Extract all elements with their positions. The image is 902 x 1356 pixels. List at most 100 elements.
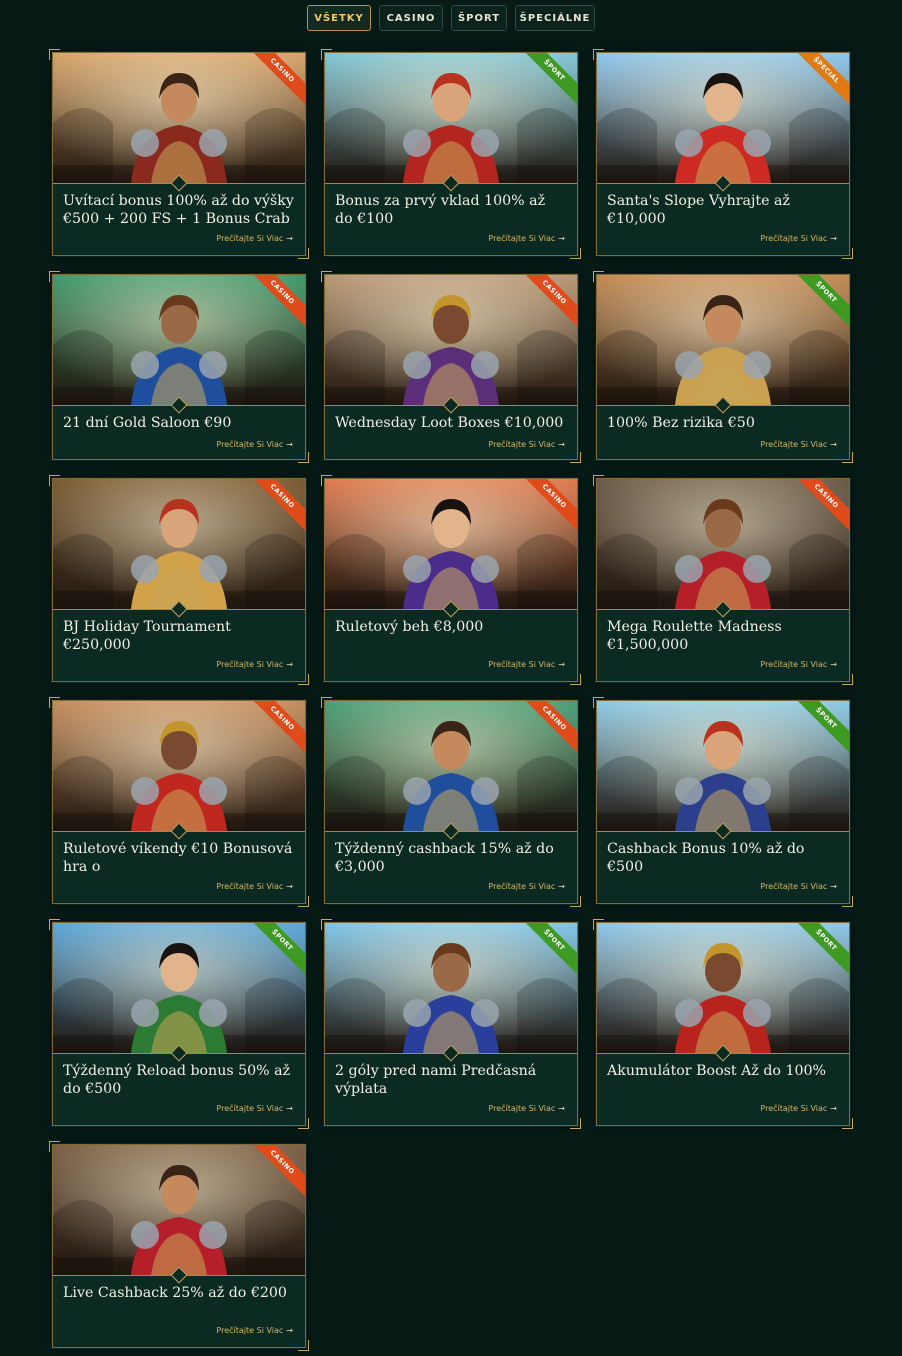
read-more-link[interactable]: Prečítajte Si Viac →: [488, 440, 565, 449]
promo-image: ŠPECIÁL: [597, 53, 849, 184]
promo-card[interactable]: CASINO BJ Holiday Tournament €250,000 Preč…: [49, 475, 309, 685]
promo-illustration: [325, 479, 577, 609]
promo-card[interactable]: ŠPORT Týždenný Reload bonus 50% až do €50…: [49, 919, 309, 1129]
promo-illustration: [53, 923, 305, 1053]
arrow-right-icon: →: [558, 234, 565, 243]
arrow-right-icon: →: [830, 234, 837, 243]
promo-image: CASINO: [53, 53, 305, 184]
read-more-label: Prečítajte Si Viac: [488, 882, 556, 891]
read-more-label: Prečítajte Si Viac: [488, 660, 556, 669]
read-more-link[interactable]: Prečítajte Si Viac →: [216, 882, 293, 891]
read-more-link[interactable]: Prečítajte Si Viac →: [216, 660, 293, 669]
arrow-right-icon: →: [286, 660, 293, 669]
read-more-label: Prečítajte Si Viac: [760, 234, 828, 243]
promo-image: CASINO: [53, 275, 305, 406]
read-more-link[interactable]: Prečítajte Si Viac →: [216, 440, 293, 449]
promo-image: ŠPORT: [597, 701, 849, 832]
arrow-right-icon: →: [286, 1326, 293, 1335]
promo-illustration: [325, 923, 577, 1053]
promo-title: 100% Bez rizika €50: [607, 415, 755, 431]
read-more-link[interactable]: Prečítajte Si Viac →: [488, 1104, 565, 1113]
tab-sport[interactable]: ŠPORT: [451, 5, 507, 31]
promo-image: ŠPORT: [597, 275, 849, 406]
arrow-right-icon: →: [558, 1104, 565, 1113]
promo-image: ŠPORT: [53, 923, 305, 1054]
promo-title: Týždenný Reload bonus 50% až do €500: [63, 1063, 291, 1097]
promo-illustration: [597, 923, 849, 1053]
promo-image: CASINO: [53, 701, 305, 832]
read-more-label: Prečítajte Si Viac: [216, 660, 284, 669]
promo-image: CASINO: [53, 479, 305, 610]
promo-image: CASINO: [325, 701, 577, 832]
read-more-label: Prečítajte Si Viac: [216, 440, 284, 449]
read-more-link[interactable]: Prečítajte Si Viac →: [760, 234, 837, 243]
promo-card[interactable]: CASINO Ruletový beh €8,000 Prečítajte Si V…: [321, 475, 581, 685]
promo-illustration: [597, 701, 849, 831]
promo-illustration: [325, 275, 577, 405]
read-more-link[interactable]: Prečítajte Si Viac →: [760, 660, 837, 669]
read-more-label: Prečítajte Si Viac: [760, 1104, 828, 1113]
promo-title: Ruletové víkendy €10 Bonusová hra o: [63, 841, 293, 875]
promo-title: Mega Roulette Madness €1,500,000: [607, 619, 782, 653]
promo-image: CASINO: [325, 479, 577, 610]
promo-image: CASINO: [597, 479, 849, 610]
arrow-right-icon: →: [286, 1104, 293, 1113]
promo-image: CASINO: [325, 275, 577, 406]
promo-image: ŠPORT: [597, 923, 849, 1054]
read-more-link[interactable]: Prečítajte Si Viac →: [488, 234, 565, 243]
promo-card[interactable]: CASINO Mega Roulette Madness €1,500,000 Pr…: [593, 475, 853, 685]
promo-image: ŠPORT: [325, 923, 577, 1054]
tab-casino[interactable]: CASINO: [379, 5, 443, 31]
promo-illustration: [53, 701, 305, 831]
arrow-right-icon: →: [830, 660, 837, 669]
promo-card[interactable]: ŠPORT 2 góly pred nami Predčasná výplata P…: [321, 919, 581, 1129]
promo-title: Uvítací bonus 100% až do výšky €500 + 20…: [63, 193, 294, 227]
category-tabs: VŠETKY CASINO ŠPORT ŠPECIÁLNE: [0, 5, 902, 31]
promo-title: Cashback Bonus 10% až do €500: [607, 841, 805, 875]
read-more-link[interactable]: Prečítajte Si Viac →: [488, 660, 565, 669]
promo-illustration: [597, 275, 849, 405]
arrow-right-icon: →: [286, 440, 293, 449]
read-more-link[interactable]: Prečítajte Si Viac →: [760, 1104, 837, 1113]
promo-title: BJ Holiday Tournament €250,000: [63, 619, 231, 653]
promo-card[interactable]: ŠPECIÁL Santa's Slope Vyhrajte až €10,000…: [593, 49, 853, 259]
read-more-link[interactable]: Prečítajte Si Viac →: [488, 882, 565, 891]
read-more-label: Prečítajte Si Viac: [216, 882, 284, 891]
promo-illustration: [53, 479, 305, 609]
read-more-link[interactable]: Prečítajte Si Viac →: [216, 234, 293, 243]
arrow-right-icon: →: [558, 882, 565, 891]
arrow-right-icon: →: [558, 660, 565, 669]
promo-card[interactable]: CASINO Wednesday Loot Boxes €10,000 Prečít…: [321, 271, 581, 463]
promo-card[interactable]: ŠPORT Cashback Bonus 10% až do €500 Prečít…: [593, 697, 853, 907]
promo-illustration: [597, 53, 849, 183]
promo-title: Týždenný cashback 15% až do €3,000: [335, 841, 554, 875]
promo-card[interactable]: CASINO 21 dní Gold Saloon €90 Prečítajte S…: [49, 271, 309, 463]
read-more-link[interactable]: Prečítajte Si Viac →: [216, 1104, 293, 1113]
read-more-link[interactable]: Prečítajte Si Viac →: [760, 882, 837, 891]
promo-card[interactable]: ŠPORT 100% Bez rizika €50 Prečítajte Si Vi…: [593, 271, 853, 463]
promo-title: Santa's Slope Vyhrajte až €10,000: [607, 193, 790, 227]
read-more-link[interactable]: Prečítajte Si Viac →: [216, 1326, 293, 1335]
read-more-label: Prečítajte Si Viac: [488, 1104, 556, 1113]
read-more-label: Prečítajte Si Viac: [216, 234, 284, 243]
promo-card[interactable]: CASINO Live Cashback 25% až do €200 Prečít…: [49, 1141, 309, 1351]
promo-illustration: [325, 53, 577, 183]
read-more-link[interactable]: Prečítajte Si Viac →: [760, 440, 837, 449]
promo-card[interactable]: ŠPORT Bonus za prvý vklad 100% až do €100…: [321, 49, 581, 259]
read-more-label: Prečítajte Si Viac: [760, 882, 828, 891]
promo-illustration: [53, 1145, 305, 1275]
promo-illustration: [53, 275, 305, 405]
arrow-right-icon: →: [830, 882, 837, 891]
read-more-label: Prečítajte Si Viac: [216, 1326, 284, 1335]
promo-title: Ruletový beh €8,000: [335, 619, 484, 635]
read-more-label: Prečítajte Si Viac: [216, 1104, 284, 1113]
promo-card[interactable]: CASINO Týždenný cashback 15% až do €3,000…: [321, 697, 581, 907]
tab-special[interactable]: ŠPECIÁLNE: [515, 5, 595, 31]
promo-title: Live Cashback 25% až do €200: [63, 1285, 287, 1301]
promo-card[interactable]: CASINO Uvítací bonus 100% až do výšky €50…: [49, 49, 309, 259]
arrow-right-icon: →: [286, 882, 293, 891]
promo-title: Bonus za prvý vklad 100% až do €100: [335, 193, 546, 227]
promo-card[interactable]: CASINO Ruletové víkendy €10 Bonusová hra …: [49, 697, 309, 907]
tab-all[interactable]: VŠETKY: [307, 5, 371, 31]
promo-card[interactable]: ŠPORT Akumulátor Boost Až do 100% Prečítaj…: [593, 919, 853, 1129]
